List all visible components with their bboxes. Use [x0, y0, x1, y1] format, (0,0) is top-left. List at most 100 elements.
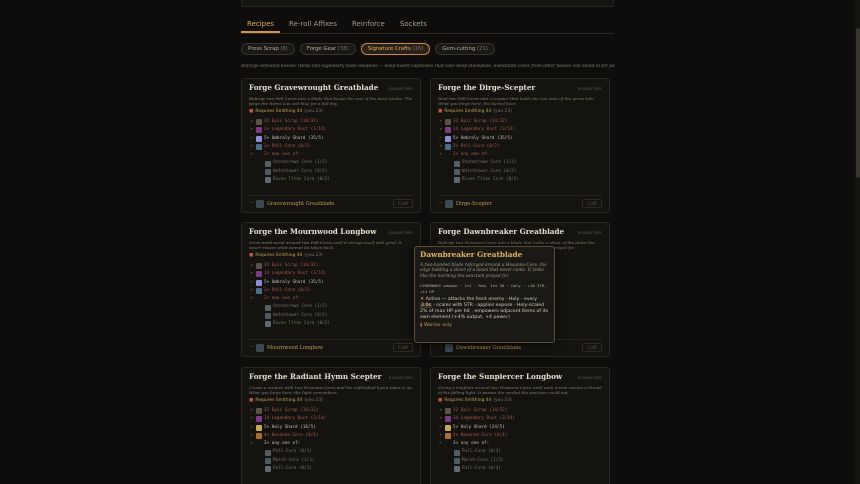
cross-icon: ×: [439, 127, 442, 133]
holy-icon: [445, 424, 451, 431]
ingredient-row: Watchtower Core (0/2): [249, 312, 413, 320]
scrollbar-track[interactable]: [855, 0, 860, 484]
dust-icon: [445, 416, 451, 423]
ingredient-row: Riven Titan Core (0/2): [249, 176, 413, 184]
chip-press-scrap[interactable]: Press Scrap (6): [241, 43, 295, 55]
cross-icon: ×: [250, 416, 253, 422]
signature-tag: SIGNATURE: [388, 87, 413, 91]
lock-icon: ■: [438, 398, 443, 403]
lock-icon: ■: [249, 109, 254, 114]
result-item[interactable]: → Mournwood Longbow: [249, 343, 323, 352]
fire-icon: ♦: [420, 297, 425, 303]
ingredient-list: × 32 Epic Scrap (16/32) × 14 Legendary D…: [249, 262, 413, 328]
skill-requirement: ■ Requires Smithing 44 (you 23): [249, 253, 323, 258]
craft-button[interactable]: Craft: [392, 343, 413, 352]
ingredient-row: × 14 Legendary Dust (3/14): [438, 415, 602, 423]
class-icon: ▮: [420, 323, 423, 329]
signature-tag: SIGNATURE: [388, 376, 413, 380]
ingredient-row: ✓ 3× any one of:: [249, 440, 413, 448]
craft-button[interactable]: Craft: [581, 199, 602, 208]
craft-button[interactable]: Craft: [392, 199, 413, 208]
craft-button[interactable]: Craft: [581, 343, 602, 352]
recipe-description: Crown a scepter with two Hosanna-Cores a…: [249, 385, 413, 396]
recipe-card[interactable]: Forge the Sunpiercer Longbow SIGNATURE S…: [430, 367, 610, 484]
ingredient-row: × 2× Legendary Dust (1/14): [249, 126, 413, 134]
recipe-card[interactable]: Forge the Dirge-Scepter SIGNATURE Bind t…: [430, 78, 610, 213]
check-icon: ✓: [439, 424, 442, 430]
cross-icon: ×: [439, 152, 442, 158]
chip-gem-cutting[interactable]: Gem-cutting (21): [435, 43, 495, 55]
ingredient-row: ✓ 3× any one of:: [438, 440, 602, 448]
signature-tag: SIGNATURE: [577, 87, 602, 91]
shard-icon: [256, 279, 262, 286]
ingredient-row: × 32 Epic Scrap (14/32): [438, 407, 602, 415]
tooltip-class-restriction: ▮ Warrior only: [420, 323, 452, 329]
riven-icon: [454, 466, 460, 473]
cross-icon: ×: [250, 152, 253, 158]
ingredient-row: ✓ 5× Holy Shard (16/5): [249, 424, 413, 432]
skill-requirement: ■ Requires Smithing 44 (you 23): [249, 109, 323, 114]
storm-icon: [454, 449, 460, 456]
core-icon: [256, 144, 262, 151]
card-footer: → Mournwood Longbow Craft: [249, 339, 413, 352]
riven-icon: [454, 177, 460, 184]
recipe-card[interactable]: Forge Gravewrought Greatblade SIGNATURE …: [241, 78, 421, 213]
recipe-title: Forge the Sunpiercer Longbow: [438, 372, 563, 381]
result-item[interactable]: → Gravewrought Greatblade: [249, 199, 334, 208]
cross-icon: ×: [250, 119, 253, 124]
riven-icon: [265, 466, 271, 473]
ingredient-row: × 32 Epic Scrap (14/32): [438, 118, 602, 126]
ingredient-row: × 2× any one of:: [249, 295, 413, 303]
ingredient-row: Pall-Core (0/3): [438, 448, 602, 456]
chip-forge-gear[interactable]: Forge Gear (38): [299, 43, 356, 55]
check-icon: ✓: [250, 424, 253, 430]
ingredient-row: × 14 Legendary Dust (3/14): [249, 270, 413, 278]
check-icon: ✓: [439, 135, 442, 141]
ingredient-list: × 32 Epic Scrap (18/32) × 2× Legendary D…: [249, 118, 413, 184]
chip-signature-crafts[interactable]: Signature Crafts (16): [360, 43, 431, 55]
ingredient-row: ✓ 5× Umbraly Shard (35/5): [438, 135, 602, 143]
ingredient-row: Marsh-Core (1/3): [249, 457, 413, 465]
weapon-icon: [444, 343, 453, 352]
cross-icon: ×: [250, 296, 253, 302]
ingredient-row: Marsh-Core (1/3): [438, 457, 602, 465]
tab-reinforce[interactable]: Reinforce: [346, 17, 391, 33]
ingredient-row: × 14 Legendary Dust (3/14): [249, 415, 413, 423]
result-item[interactable]: → Dawnbreaker Greatblade: [438, 343, 521, 352]
recipe-title: Forge the Radiant Hymn Scepter: [249, 372, 382, 381]
cross-icon: ×: [250, 287, 253, 293]
scrap-icon: [256, 119, 262, 126]
recipe-card[interactable]: Forge the Radiant Hymn Scepter SIGNATURE…: [241, 367, 421, 484]
storm-icon: [265, 449, 271, 456]
recipe-card[interactable]: Forge the Mournwood Longbow SIGNATURE Gr…: [241, 222, 421, 357]
skill-requirement: ■ Requires Smithing 44 (you 23): [249, 398, 323, 403]
cross-icon: ×: [439, 416, 442, 422]
tab-reroll-affixes[interactable]: Re-roll Affixes: [283, 17, 343, 33]
arrow-right-icon: →: [249, 201, 253, 206]
scrollbar-thumb[interactable]: [856, 28, 860, 178]
dust-icon: [256, 416, 262, 423]
dust-icon: [256, 127, 262, 134]
recipe-title: Forge Dawnbreaker Greatblade: [438, 227, 565, 236]
core2-icon: [445, 433, 451, 440]
tab-recipes[interactable]: Recipes: [241, 17, 281, 33]
storm-icon: [265, 304, 271, 311]
tooltip-cooldown: 3.0s: [420, 303, 432, 309]
result-item[interactable]: → Dirge-Scepter: [438, 199, 492, 208]
ingredient-row: × 2× any one of:: [249, 151, 413, 159]
item-tooltip: Dawnbreaker Greatblade A two-handed blad…: [414, 246, 555, 343]
ingredient-row: × 4× Hosanna-Core (0/4): [438, 432, 602, 440]
storm-icon: [265, 160, 271, 167]
core-icon: [256, 288, 262, 295]
dust-icon: [256, 271, 262, 278]
arrow-right-icon: →: [438, 201, 442, 206]
riven-icon: [265, 177, 271, 184]
tab-sockets[interactable]: Sockets: [394, 17, 433, 33]
scrap-icon: [256, 263, 262, 270]
watch-icon: [454, 457, 460, 464]
skill-requirement: ■ Requires Smithing 44 (you 23): [438, 398, 512, 403]
lock-icon: ■: [438, 109, 443, 114]
ingredient-row: × 32 Epic Scrap (16/32): [249, 262, 413, 270]
cross-icon: ×: [250, 408, 253, 413]
ingredient-row: × 2× Pall-Core (0/2): [438, 143, 602, 151]
